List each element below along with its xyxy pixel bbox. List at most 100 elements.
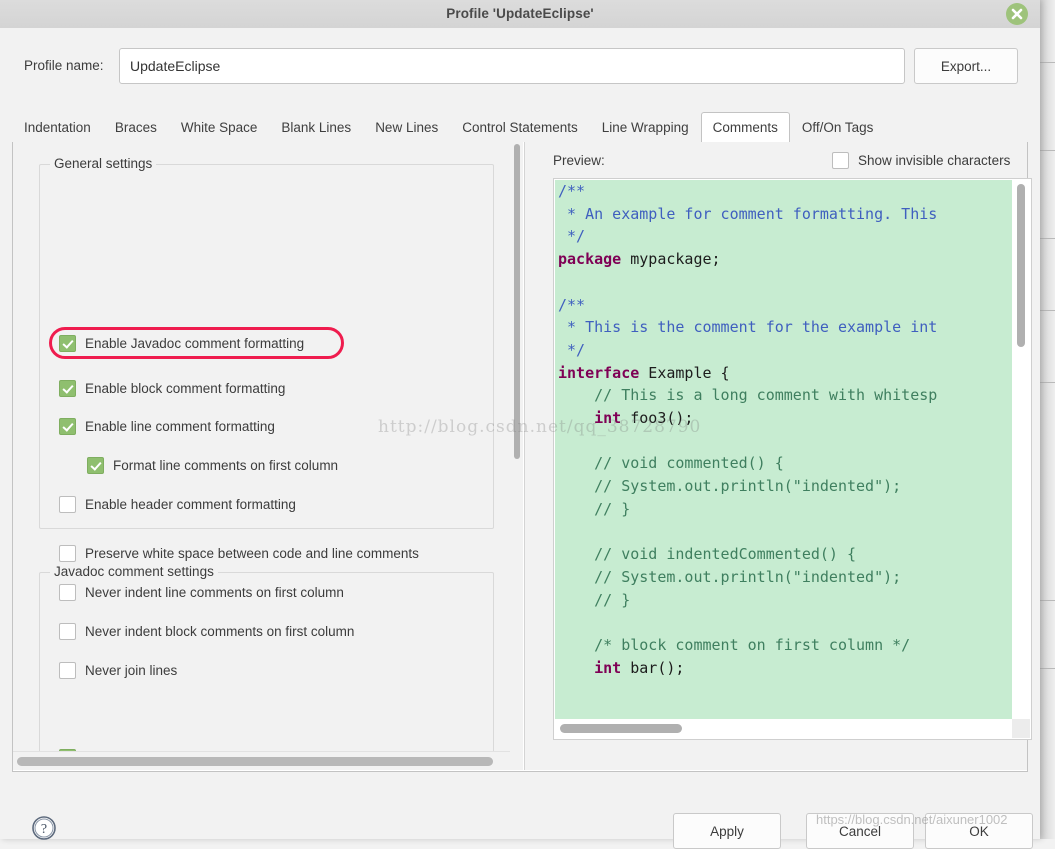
pane-divider[interactable]: [524, 142, 534, 770]
export-button[interactable]: Export...: [914, 48, 1018, 84]
profile-dialog: Profile 'UpdateEclipse' Profile name: Ex…: [0, 0, 1040, 849]
general-setting-8-label: Never join lines: [85, 662, 178, 678]
code-line: // }: [558, 498, 1013, 521]
code-line: /**: [558, 180, 1013, 203]
settings-horizontal-scroll-thumb[interactable]: [17, 757, 493, 766]
general-setting-5-row[interactable]: Preserve white space between code and li…: [59, 542, 419, 564]
code-preview-frame: /** * An example for comment formatting.…: [553, 178, 1032, 740]
profile-name-input[interactable]: [119, 48, 905, 84]
code-token: int: [594, 409, 622, 428]
general-setting-6-checkbox[interactable]: [59, 583, 76, 601]
general-setting-3-label: Format line comments on first column: [113, 457, 339, 473]
tab-comments[interactable]: Comments: [700, 112, 790, 143]
background-window-line: [1039, 150, 1055, 151]
cancel-button[interactable]: Cancel: [806, 813, 914, 849]
code-token: /* block comment on first column */: [558, 636, 911, 655]
apply-button[interactable]: Apply: [673, 813, 781, 849]
settings-horizontal-scrollbar[interactable]: [13, 751, 510, 770]
code-horizontal-scrollbar[interactable]: [555, 719, 1013, 738]
general-setting-3-row[interactable]: Format line comments on first column: [87, 454, 338, 476]
show-invisible-characters-row[interactable]: Show invisible characters: [832, 152, 1010, 169]
general-setting-7-checkbox[interactable]: [59, 622, 76, 640]
code-token: * This is the comment for the example in…: [558, 318, 938, 337]
general-setting-4-checkbox[interactable]: [59, 495, 76, 513]
general-setting-8-checkbox[interactable]: [59, 661, 76, 679]
ok-button[interactable]: OK: [925, 813, 1033, 849]
tab-off-on-tags[interactable]: Off/On Tags: [790, 112, 886, 142]
general-setting-1-checkbox[interactable]: [59, 379, 76, 397]
background-window-line: [1039, 238, 1055, 239]
dialog-body: Profile name: Export... Indentation Brace…: [0, 28, 1040, 849]
code-horizontal-scroll-thumb[interactable]: [560, 724, 682, 733]
tab-label: Blank Lines: [281, 120, 352, 135]
code-token: Example {: [639, 363, 730, 382]
code-line: * An example for comment formatting. Thi…: [558, 203, 1013, 226]
scrollbar-corner: [1012, 719, 1030, 738]
general-setting-0-label: Enable Javadoc comment formatting: [85, 335, 305, 351]
code-line: /* block comment on first column */: [558, 634, 1013, 657]
settings-vertical-scroll-thumb[interactable]: [514, 144, 520, 459]
general-setting-7-row[interactable]: Never indent block comments on first col…: [59, 620, 354, 642]
show-invisible-characters-checkbox[interactable]: [832, 152, 849, 169]
tab-white-space[interactable]: White Space: [169, 112, 270, 142]
background-window-line: [1039, 310, 1055, 311]
settings-scroll-content: General settings Javadoc comment setting…: [13, 142, 505, 770]
tab-label: Indentation: [24, 120, 91, 135]
tab-braces[interactable]: Braces: [103, 112, 169, 142]
settings-vertical-scrollbar[interactable]: [510, 142, 523, 752]
code-line: package mypackage;: [558, 248, 1013, 271]
general-setting-3-checkbox[interactable]: [87, 456, 104, 474]
code-token: /**: [558, 295, 586, 314]
tab-indentation[interactable]: Indentation: [12, 112, 103, 142]
dialog-title-bar[interactable]: Profile 'UpdateEclipse': [0, 0, 1040, 29]
code-vertical-scrollbar[interactable]: [1012, 180, 1030, 720]
code-token: mypackage;: [621, 250, 721, 269]
tab-line-wrapping[interactable]: Line Wrapping: [590, 112, 701, 142]
code-line: interface Example {: [558, 362, 1013, 385]
code-line: /**: [558, 294, 1013, 317]
code-line: int foo3();: [558, 407, 1013, 430]
profile-name-row: Profile name: Export...: [0, 48, 1040, 88]
show-invisible-characters-label: Show invisible characters: [858, 153, 1011, 168]
general-setting-4-row[interactable]: Enable header comment formatting: [59, 493, 296, 515]
background-window-line: [1039, 62, 1055, 63]
code-line: // }: [558, 589, 1013, 612]
tab-blank-lines[interactable]: Blank Lines: [269, 112, 363, 142]
help-icon[interactable]: ?: [31, 815, 57, 841]
code-line: int bar();: [558, 657, 1013, 680]
tab-new-lines[interactable]: New Lines: [363, 112, 450, 142]
tab-control-statements[interactable]: Control Statements: [450, 112, 590, 142]
background-window-line: [1039, 382, 1055, 383]
general-setting-6-row[interactable]: Never indent line comments on first colu…: [59, 581, 344, 603]
code-token: foo3();: [621, 409, 694, 428]
dialog-footer: ? Apply Cancel OK: [0, 772, 1040, 849]
general-setting-0-row[interactable]: Enable Javadoc comment formatting: [59, 332, 304, 354]
general-setting-7-label: Never indent block comments on first col…: [85, 623, 355, 639]
background-window-line: [1039, 600, 1055, 601]
general-setting-0-checkbox[interactable]: [59, 334, 76, 352]
general-setting-8-row[interactable]: Never join lines: [59, 659, 177, 681]
code-token: interface: [558, 363, 640, 382]
code-preview-text[interactable]: /** * An example for comment formatting.…: [555, 180, 1013, 720]
tab-label: Line Wrapping: [601, 120, 689, 135]
code-token: package: [558, 250, 622, 269]
code-token: /**: [558, 182, 586, 200]
preview-label: Preview:: [553, 153, 605, 168]
close-icon[interactable]: [1006, 3, 1028, 25]
code-line: // This is a long comment with whitesp: [558, 384, 1013, 407]
general-setting-1-row[interactable]: Enable block comment formatting: [59, 377, 285, 399]
code-line: // System.out.println("indented");: [558, 475, 1013, 498]
general-setting-2-row[interactable]: Enable line comment formatting: [59, 415, 275, 437]
code-token: */: [558, 227, 586, 246]
code-token: // void commented() {: [558, 454, 784, 473]
code-vertical-scroll-thumb[interactable]: [1017, 184, 1025, 347]
general-setting-2-checkbox[interactable]: [59, 417, 76, 435]
general-setting-5-checkbox[interactable]: [59, 544, 76, 562]
code-token: */: [558, 340, 586, 359]
tab-label: Off/On Tags: [801, 120, 874, 135]
